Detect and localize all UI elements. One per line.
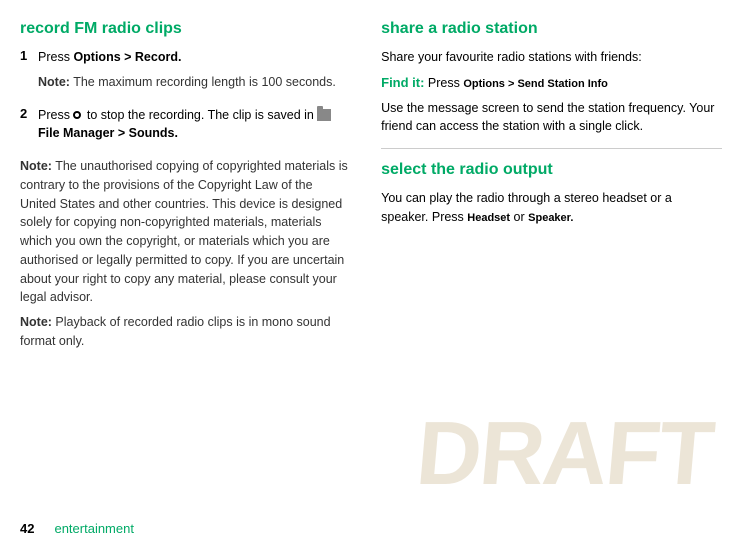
step-1-text: Press Options > Record.: [38, 48, 351, 67]
left-column: record FM radio clips 1 Press Options > …: [20, 20, 371, 536]
step-2-code: File Manager > Sounds.: [38, 126, 178, 140]
step-2-content: Press to stop the recording. The clip is…: [38, 106, 351, 150]
step-1-code: Options > Record.: [73, 50, 181, 64]
left-section-title: record FM radio clips: [20, 20, 351, 38]
find-it-line: Find it: Press Options > Send Station In…: [381, 73, 722, 93]
step-2-text: Press to stop the recording. The clip is…: [38, 106, 351, 144]
output-code-speaker: Speaker.: [528, 212, 573, 224]
right-column: share a radio station Share your favouri…: [371, 20, 722, 536]
note-2-label: Note:: [20, 315, 52, 329]
share-section-title: share a radio station: [381, 20, 722, 38]
note-1-body: The unauthorised copying of copyrighted …: [20, 159, 348, 304]
step-1-content: Press Options > Record. Note: The maximu…: [38, 48, 351, 98]
step-1-number: 1: [20, 48, 32, 98]
step-2: 2 Press to stop the recording. The clip …: [20, 106, 351, 150]
output-or: or: [510, 210, 528, 224]
find-it-code: Options > Send Station Info: [463, 78, 608, 90]
note-1: Note: The unauthorised copying of copyri…: [20, 157, 351, 307]
step-2-number: 2: [20, 106, 32, 150]
share-intro: Share your favourite radio stations with…: [381, 48, 722, 67]
step-1: 1 Press Options > Record. Note: The maxi…: [20, 48, 351, 98]
share-body: Use the message screen to send the stati…: [381, 99, 722, 137]
note-1-label: Note:: [20, 159, 52, 173]
step-1-note-body: The maximum recording length is 100 seco…: [70, 75, 336, 89]
find-it-label: Find it:: [381, 75, 424, 90]
output-section-title: select the radio output: [381, 161, 722, 179]
note-2: Note: Playback of recorded radio clips i…: [20, 313, 351, 351]
find-it-text: Press: [424, 76, 463, 90]
center-key-icon: [73, 111, 81, 119]
file-manager-icon: [317, 109, 331, 121]
step-1-note: Note: The maximum recording length is 10…: [38, 73, 351, 92]
output-body: You can play the radio through a stereo …: [381, 189, 722, 227]
step-1-note-label: Note:: [38, 75, 70, 89]
section-divider: [381, 148, 722, 149]
output-code-headset: Headset: [467, 212, 510, 224]
note-2-body: Playback of recorded radio clips is in m…: [20, 315, 331, 348]
